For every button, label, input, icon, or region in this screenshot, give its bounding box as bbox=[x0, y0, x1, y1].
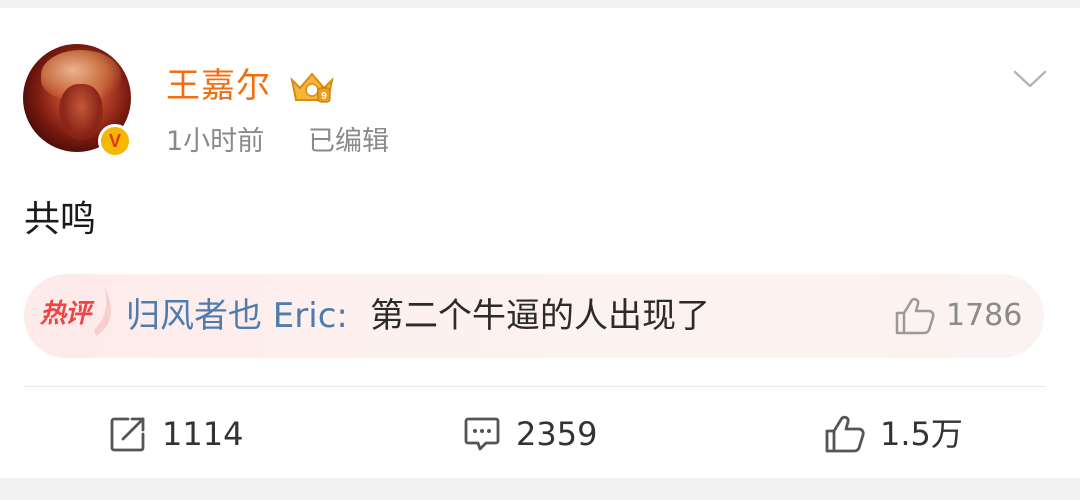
hot-comment-badge: 热评 bbox=[40, 299, 91, 329]
avatar-face bbox=[59, 84, 103, 140]
thumbs-up-icon bbox=[825, 415, 865, 453]
comment-icon bbox=[464, 417, 500, 451]
comment-text: 第二个牛逼的人出现了 bbox=[370, 296, 710, 336]
chevron-down-icon[interactable] bbox=[1012, 64, 1048, 92]
post-time: 1小时前 bbox=[166, 126, 265, 157]
edited-label[interactable]: 已编辑 bbox=[308, 124, 389, 160]
author-name[interactable]: 王嘉尔 bbox=[166, 64, 271, 108]
verified-icon: V bbox=[98, 124, 132, 158]
post-text: 共鸣 bbox=[24, 199, 97, 240]
comment-like-count: 1786 bbox=[946, 298, 1023, 333]
weibo-post-card: V 王嘉尔 9 1小时前 已编辑 共鸣 热评 归风者也 Eric: 第二个牛逼的… bbox=[0, 8, 1080, 478]
repost-button[interactable]: 1114 bbox=[108, 406, 243, 462]
svg-text:9: 9 bbox=[321, 91, 327, 102]
flame-icon bbox=[94, 286, 111, 336]
crown-icon[interactable]: 9 bbox=[288, 70, 336, 106]
like-button[interactable]: 1.5万 bbox=[824, 406, 963, 462]
comment-count: 2359 bbox=[516, 415, 598, 453]
repost-icon bbox=[110, 417, 145, 452]
comment-button[interactable]: 2359 bbox=[462, 406, 597, 462]
divider bbox=[24, 386, 1046, 387]
like-count: 1.5万 bbox=[880, 415, 963, 453]
hot-comment[interactable]: 热评 归风者也 Eric: 第二个牛逼的人出现了 1786 bbox=[24, 274, 1044, 358]
thumbs-up-icon[interactable] bbox=[894, 296, 936, 336]
comment-username[interactable]: 归风者也 Eric: bbox=[126, 294, 348, 338]
repost-count: 1114 bbox=[162, 415, 244, 453]
